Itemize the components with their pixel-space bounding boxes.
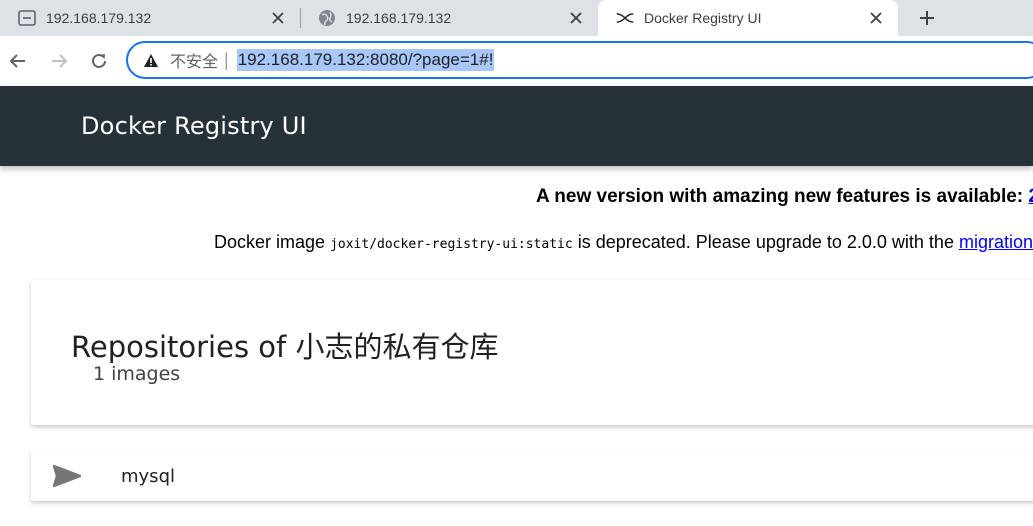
deprecation-prefix: Docker image: [214, 232, 331, 252]
new-version-link[interactable]: 2: [1028, 186, 1033, 207]
plus-icon: [920, 11, 934, 25]
browser-tab-1[interactable]: 192.168.179.132: [0, 0, 300, 36]
app-header: Docker Registry UI: [0, 86, 1033, 166]
deprecation-notice: Docker image joxit/docker-registry-ui:st…: [214, 232, 1033, 253]
new-tab-button[interactable]: [912, 3, 942, 33]
app-title: Docker Registry UI: [81, 112, 307, 140]
browser-toolbar: 不安全 | 192.168.179.132:8080/?page=1#!: [0, 36, 1033, 86]
address-divider: |: [224, 49, 229, 70]
browser-tab-2[interactable]: 192.168.179.132: [300, 0, 598, 36]
reload-icon: [92, 53, 106, 68]
address-bar[interactable]: 不安全 | 192.168.179.132:8080/?page=1#!: [126, 41, 1033, 79]
page-icon: [18, 9, 36, 27]
reload-button[interactable]: [86, 48, 112, 74]
repository-name[interactable]: mysql: [121, 466, 175, 487]
list-item[interactable]: mysql: [31, 451, 1033, 501]
new-version-notice: A new version with amazing new features …: [536, 186, 1033, 208]
close-icon[interactable]: [866, 8, 886, 28]
migration-link[interactable]: migration: [959, 232, 1033, 252]
arrow-left-icon: [9, 54, 25, 68]
browser-tab-strip: 192.168.179.132 192.168.179.132 Docker R…: [0, 0, 1033, 36]
browser-tab-active[interactable]: Docker Registry UI: [598, 0, 898, 36]
send-icon: [53, 464, 81, 488]
globe-icon: [318, 9, 336, 27]
page-title: Repositories of 小志的私有仓库: [71, 330, 499, 364]
close-icon[interactable]: [566, 8, 586, 28]
forward-button[interactable]: [46, 48, 72, 74]
tab-title: 192.168.179.132: [346, 10, 452, 26]
image-count: 1 images: [93, 363, 181, 385]
back-button[interactable]: [5, 48, 31, 74]
security-label: 不安全: [170, 54, 219, 71]
warning-icon[interactable]: [142, 51, 160, 69]
tab-title: 192.168.179.132: [46, 10, 152, 26]
new-version-text: A new version with amazing new features …: [536, 186, 1029, 207]
docker-registry-icon: [616, 9, 634, 27]
deprecated-image-name: joxit/docker-registry-ui:static: [330, 237, 573, 252]
arrow-right-icon: [52, 54, 68, 68]
tab-title: Docker Registry UI: [644, 10, 762, 26]
close-icon[interactable]: [268, 8, 288, 28]
repositories-card: Repositories of 小志的私有仓库 1 images: [31, 280, 1033, 425]
deprecation-middle: is deprecated. Please upgrade to 2.0.0 w…: [572, 232, 959, 252]
url-text[interactable]: 192.168.179.132:8080/?page=1#!: [236, 49, 495, 71]
